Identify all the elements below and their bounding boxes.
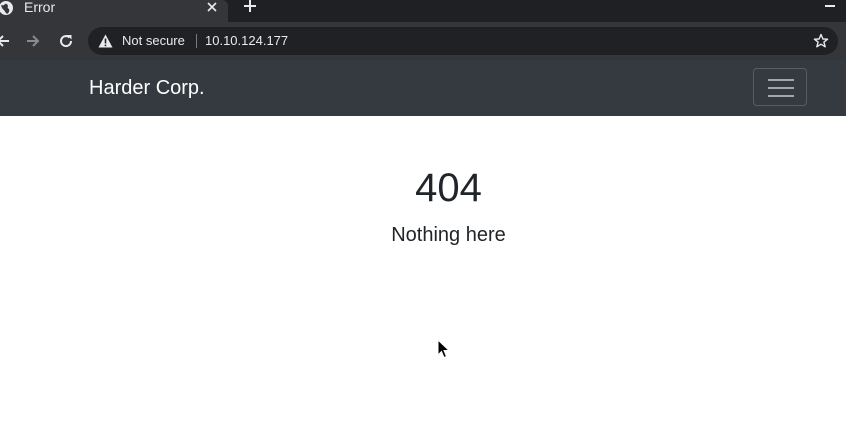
- navbar-toggle-button[interactable]: [753, 68, 807, 106]
- back-arrow-icon[interactable]: [0, 32, 12, 50]
- site-navbar: Harder Corp.: [0, 60, 846, 116]
- forward-arrow-icon[interactable]: [24, 32, 42, 50]
- globe-icon: [0, 1, 13, 15]
- error-code: 404: [415, 166, 482, 210]
- warning-icon[interactable]: [98, 34, 113, 48]
- main-content: 404 Nothing here: [0, 116, 846, 442]
- browser-toolbar: Not secure 10.10.124.177: [0, 22, 846, 60]
- plus-icon[interactable]: [242, 0, 258, 14]
- minimize-icon[interactable]: [825, 5, 835, 7]
- browser-tab[interactable]: Error: [0, 0, 228, 22]
- star-icon[interactable]: [813, 33, 829, 49]
- mouse-cursor-icon: [437, 339, 451, 359]
- url-text[interactable]: 10.10.124.177: [205, 33, 288, 49]
- reload-icon[interactable]: [57, 32, 75, 50]
- brand-link[interactable]: Harder Corp.: [89, 77, 205, 99]
- browser-tab-strip: Error: [0, 0, 846, 22]
- hamburger-icon: [768, 79, 794, 97]
- tab-title: Error: [24, 0, 56, 15]
- security-label[interactable]: Not secure: [122, 33, 185, 49]
- close-icon[interactable]: [205, 0, 219, 14]
- error-message: Nothing here: [391, 224, 506, 246]
- address-bar[interactable]: Not secure 10.10.124.177: [88, 27, 838, 55]
- omnibox-divider: [196, 34, 197, 48]
